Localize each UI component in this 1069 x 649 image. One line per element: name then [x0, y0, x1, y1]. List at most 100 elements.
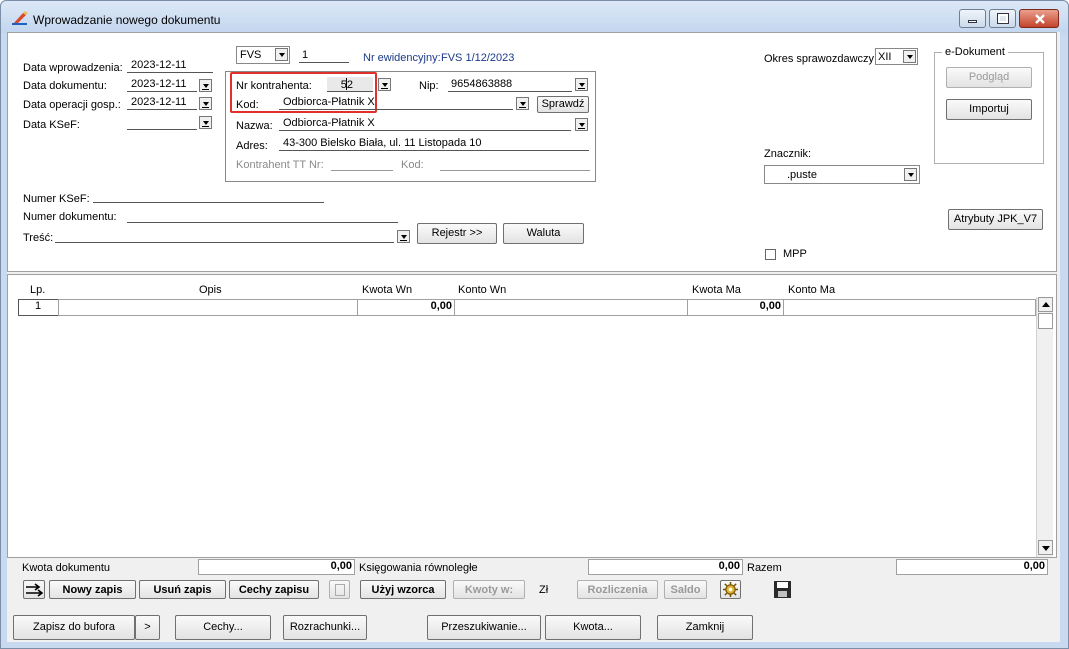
nr-kontrahenta-dropdown-icon[interactable]	[378, 78, 391, 91]
cechy-zapisu-button[interactable]: Cechy zapisu	[229, 580, 319, 599]
znacznik-dropdown-icon[interactable]	[904, 168, 917, 181]
kwoty-w-button[interactable]: Kwoty w:	[453, 580, 525, 599]
floppy-disk-icon	[774, 581, 791, 598]
adres-field[interactable]: 43-300 Bielsko Biała, ul. 11 Listopada 1…	[279, 137, 589, 151]
data-operacji-dropdown-icon[interactable]	[199, 97, 212, 110]
nazwa-field[interactable]: Odbiorca-Płatnik X	[279, 117, 571, 131]
save-button[interactable]	[773, 580, 792, 599]
usun-zapis-button[interactable]: Usuń zapis	[139, 580, 226, 599]
przeszukiwanie-button[interactable]: Przeszukiwanie...	[427, 615, 541, 640]
numer-dokumentu-label: Numer dokumentu:	[23, 211, 117, 223]
nr-ewidencyjny-value: FVS 1/12/2023	[441, 52, 515, 64]
tresc-dropdown-icon[interactable]	[397, 230, 410, 243]
kod-field[interactable]: Odbiorca-Płatnik X	[279, 96, 513, 110]
nip-dropdown-icon[interactable]	[575, 78, 588, 91]
doc-number-field[interactable]: 1	[299, 49, 349, 63]
znacznik-label: Znacznik:	[764, 148, 812, 160]
arrows-icon	[26, 583, 43, 597]
podglad-button[interactable]: Podgląd	[946, 67, 1032, 88]
column-header-kwota-ma: Kwota Ma	[692, 284, 741, 296]
numer-ksef-field[interactable]	[93, 189, 324, 203]
edoc-group-label: e-Dokument	[942, 46, 1008, 58]
cell-kwota-ma[interactable]: 0,00	[687, 299, 784, 316]
data-dokumentu-label: Data dokumentu:	[23, 80, 107, 92]
kwota-button[interactable]: Kwota...	[545, 615, 641, 640]
toggle-view-button[interactable]	[23, 580, 45, 599]
scroll-thumb[interactable]	[1038, 313, 1053, 329]
kod-dropdown-icon[interactable]	[516, 97, 529, 110]
close-button[interactable]	[1019, 9, 1059, 28]
ksiegowania-label: Księgowania równoległe	[359, 562, 478, 574]
nazwa-label: Nazwa:	[236, 120, 273, 132]
scroll-down-icon[interactable]	[1038, 540, 1053, 555]
data-dokumentu-dropdown-icon[interactable]	[199, 79, 212, 92]
currency-label: Zł	[539, 584, 549, 596]
nip-field[interactable]: 9654863888	[448, 78, 572, 92]
saldo-button[interactable]: Saldo	[664, 580, 707, 599]
minimize-icon	[968, 20, 977, 23]
tresc-field[interactable]	[55, 229, 394, 243]
okres-dropdown-icon[interactable]	[903, 50, 916, 63]
adres-label: Adres:	[236, 140, 268, 152]
gear-icon	[723, 582, 738, 597]
kontrahent-tt-kod-field[interactable]	[440, 157, 590, 171]
razem-label: Razem	[747, 562, 782, 574]
column-header-kwota-wn: Kwota Wn	[362, 284, 413, 296]
zapisz-more-button[interactable]: >	[135, 615, 160, 640]
info-icon	[334, 584, 345, 596]
data-dokumentu-field[interactable]: 2023-12-11	[127, 78, 197, 92]
zamknij-button[interactable]: Zamknij	[657, 615, 753, 640]
nowy-zapis-button[interactable]: Nowy zapis	[49, 580, 136, 599]
doc-type-dropdown-icon[interactable]	[275, 48, 288, 61]
rozrachunki-button[interactable]: Rozrachunki...	[283, 615, 367, 640]
mpp-checkbox[interactable]	[765, 249, 776, 260]
kontrahent-tt-kod-label: Kod:	[401, 159, 424, 171]
uzyj-wzorca-button[interactable]: Użyj wzorca	[360, 580, 446, 599]
nr-kontrahenta-field[interactable]: 52	[327, 77, 373, 92]
rozliczenia-button[interactable]: Rozliczenia	[577, 580, 658, 599]
title-bar[interactable]: Wprowadzanie nowego dokumentu	[1, 1, 1068, 33]
okres-label: Okres sprawozdawczy:	[764, 53, 878, 65]
kontrahent-tt-field[interactable]	[331, 157, 393, 171]
data-operacji-field[interactable]: 2023-12-11	[127, 96, 197, 110]
maximize-icon	[997, 13, 1009, 24]
maximize-button[interactable]	[989, 9, 1016, 28]
razem-value: 0,00	[896, 559, 1048, 575]
doc-type-select[interactable]: FVS	[236, 46, 290, 64]
kwota-dokumentu-value: 0,00	[198, 559, 355, 575]
mpp-label: MPP	[783, 248, 807, 260]
grid-scrollbar[interactable]	[1036, 297, 1053, 557]
settings-button[interactable]	[720, 580, 741, 599]
data-wprowadzenia-field[interactable]: 2023-12-11	[127, 59, 213, 73]
nazwa-dropdown-icon[interactable]	[575, 118, 588, 131]
cell-lp[interactable]: 1	[18, 299, 59, 316]
importuj-button[interactable]: Importuj	[946, 99, 1032, 120]
ksiegowania-value: 0,00	[588, 559, 743, 575]
zapisz-do-bufora-button[interactable]: Zapisz do bufora	[13, 615, 135, 640]
kod-label: Kod:	[236, 99, 259, 111]
numer-dokumentu-field[interactable]	[127, 209, 398, 223]
cell-kwota-wn[interactable]: 0,00	[357, 299, 455, 316]
waluta-button[interactable]: Waluta	[503, 223, 584, 244]
cell-konto-ma[interactable]	[783, 299, 1036, 316]
cell-konto-wn[interactable]	[454, 299, 688, 316]
cechy-button[interactable]: Cechy...	[175, 615, 271, 640]
data-ksef-dropdown-icon[interactable]	[199, 116, 212, 129]
scroll-up-icon[interactable]	[1038, 297, 1053, 312]
rejestr-button[interactable]: Rejestr >>	[417, 223, 497, 244]
kontrahent-tt-label: Kontrahent TT Nr:	[236, 159, 324, 171]
data-ksef-label: Data KSeF:	[23, 119, 80, 131]
znacznik-value: .puste	[787, 169, 817, 181]
doc-type-value: FVS	[240, 49, 262, 61]
cell-opis[interactable]	[58, 299, 358, 316]
tresc-label: Treść:	[23, 232, 54, 244]
jpk-attributes-button[interactable]: Atrybuty JPK_V7	[948, 209, 1043, 230]
data-ksef-field[interactable]	[127, 116, 197, 130]
info-button[interactable]	[329, 580, 350, 599]
nr-ewidencyjny-label: Nr ewidencyjny:	[363, 52, 441, 64]
okres-value: XII	[878, 51, 892, 63]
minimize-button[interactable]	[959, 9, 986, 28]
sprawdz-button[interactable]: Sprawdź	[537, 96, 589, 113]
znacznik-select[interactable]: .puste	[764, 165, 920, 184]
okres-select[interactable]: XII	[875, 48, 918, 65]
